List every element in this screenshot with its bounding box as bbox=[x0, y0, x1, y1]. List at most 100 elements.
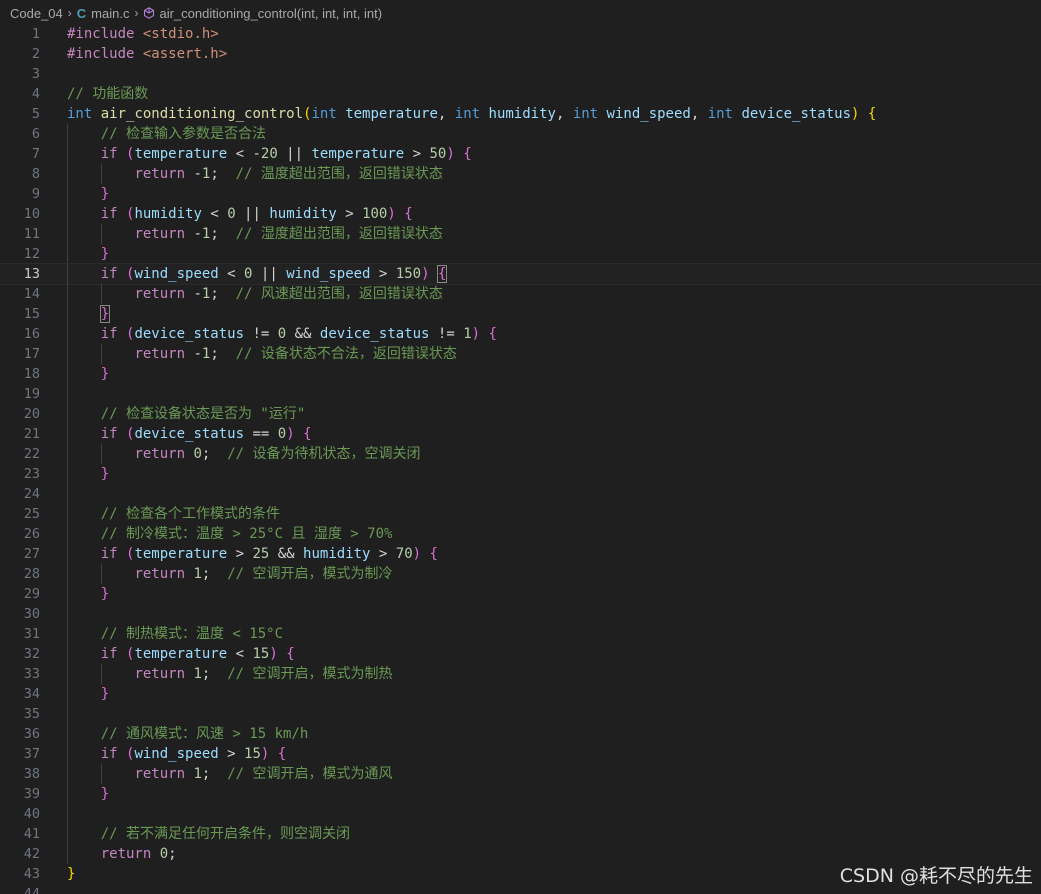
code-line[interactable]: 30 bbox=[0, 604, 1041, 624]
code-text: if (humidity < 0 || humidity > 100) { bbox=[67, 204, 413, 224]
code-token: temperature bbox=[134, 146, 228, 162]
code-line[interactable]: 40 bbox=[0, 804, 1041, 824]
code-text: return 0; bbox=[67, 844, 177, 864]
code-line[interactable]: 19 bbox=[0, 384, 1041, 404]
code-line[interactable]: 7 if (temperature < -20 || temperature >… bbox=[0, 144, 1041, 164]
code-line[interactable]: 32 if (temperature < 15) { bbox=[0, 644, 1041, 664]
c-language-icon: C bbox=[76, 5, 87, 21]
code-token: } bbox=[100, 686, 110, 702]
code-text: return -1; // 设备状态不合法，返回错误状态 bbox=[67, 344, 456, 364]
code-line[interactable]: 20 // 检查设备状态是否为 "运行" bbox=[0, 404, 1041, 424]
code-token: return bbox=[134, 166, 186, 182]
code-line[interactable]: 26 // 制冷模式：温度 > 25°C 且 湿度 > 70% bbox=[0, 524, 1041, 544]
code-token: && bbox=[286, 326, 320, 342]
code-token: if bbox=[100, 266, 118, 282]
code-token: int bbox=[454, 106, 481, 122]
code-line[interactable]: 35 bbox=[0, 704, 1041, 724]
code-line[interactable]: 27 if (temperature > 25 && humidity > 70… bbox=[0, 544, 1041, 564]
code-line[interactable]: 41 // 若不满足任何开启条件，则空调关闭 bbox=[0, 824, 1041, 844]
code-token: 25 bbox=[252, 546, 270, 562]
code-text: return 0; // 设备为待机状态，空调关闭 bbox=[67, 444, 420, 464]
code-text: if (wind_speed > 15) { bbox=[67, 744, 287, 764]
line-number: 15 bbox=[23, 306, 40, 322]
code-line[interactable]: 6 // 检查输入参数是否合法 bbox=[0, 124, 1041, 144]
line-number: 33 bbox=[23, 666, 40, 682]
code-line[interactable]: 17 return -1; // 设备状态不合法，返回错误状态 bbox=[0, 344, 1041, 364]
code-line[interactable]: 29 } bbox=[0, 584, 1041, 604]
code-text: } bbox=[67, 784, 109, 804]
code-line[interactable]: 33 return 1; // 空调开启，模式为制热 bbox=[0, 664, 1041, 684]
code-line[interactable]: 22 return 0; // 设备为待机状态，空调关闭 bbox=[0, 444, 1041, 464]
code-token: , bbox=[690, 106, 708, 122]
code-token: } bbox=[100, 786, 110, 802]
line-number: 29 bbox=[23, 586, 40, 602]
code-token: // 功能函数 bbox=[67, 86, 149, 102]
code-line[interactable]: 12 } bbox=[0, 244, 1041, 264]
code-token: != bbox=[429, 326, 464, 342]
code-line[interactable]: 25 // 检查各个工作模式的条件 bbox=[0, 504, 1041, 524]
line-number: 4 bbox=[31, 86, 40, 102]
code-token: { bbox=[404, 206, 413, 222]
code-line[interactable]: 28 return 1; // 空调开启，模式为制冷 bbox=[0, 564, 1041, 584]
code-token: 15 bbox=[244, 746, 261, 762]
code-line[interactable]: 13 if (wind_speed < 0 || wind_speed > 15… bbox=[0, 263, 1041, 285]
code-token: ; bbox=[201, 766, 228, 782]
code-line[interactable]: 1 #include <stdio.h> bbox=[0, 24, 1041, 44]
code-line[interactable]: 9 } bbox=[0, 184, 1041, 204]
code-line[interactable]: 37 if (wind_speed > 15) { bbox=[0, 744, 1041, 764]
code-token: return bbox=[134, 766, 186, 782]
code-editor[interactable]: 1 #include <stdio.h> 2 #include <assert.h> 3… bbox=[0, 24, 1041, 894]
breadcrumb-folder[interactable]: Code_04 bbox=[10, 6, 63, 21]
code-text: // 通风模式：风速 > 15 km/h bbox=[67, 724, 309, 744]
code-line[interactable]: 4 // 功能函数 bbox=[0, 84, 1041, 104]
code-token: int bbox=[572, 106, 599, 122]
indent-guide bbox=[67, 804, 68, 824]
code-token: if bbox=[100, 546, 118, 562]
code-line[interactable]: 36 // 通风模式：风速 > 15 km/h bbox=[0, 724, 1041, 744]
code-token: device_status bbox=[134, 426, 245, 442]
code-line[interactable]: 34 } bbox=[0, 684, 1041, 704]
method-cube-icon bbox=[144, 7, 155, 19]
code-line[interactable]: 14 return -1; // 风速超出范围，返回错误状态 bbox=[0, 284, 1041, 304]
line-number: 30 bbox=[23, 606, 40, 622]
code-line[interactable]: 39 } bbox=[0, 784, 1041, 804]
code-line[interactable]: 24 bbox=[0, 484, 1041, 504]
code-line[interactable]: 8 return -1; // 温度超出范围，返回错误状态 bbox=[0, 164, 1041, 184]
code-text: if (temperature < -20 || temperature > 5… bbox=[67, 144, 472, 164]
code-token: int bbox=[67, 106, 93, 122]
code-token: } bbox=[99, 305, 111, 323]
code-line[interactable]: 23 } bbox=[0, 464, 1041, 484]
breadcrumb-symbol[interactable]: air_conditioning_control(int, int, int, … bbox=[159, 6, 382, 21]
breadcrumb-file[interactable]: main.c bbox=[91, 6, 129, 21]
code-line[interactable]: 11 return -1; // 湿度超出范围，返回错误状态 bbox=[0, 224, 1041, 244]
code-line[interactable]: 31 // 制热模式：温度 < 15°C bbox=[0, 624, 1041, 644]
code-line[interactable]: 2 #include <assert.h> bbox=[0, 44, 1041, 64]
code-line[interactable]: 16 if (device_status != 0 && device_stat… bbox=[0, 324, 1041, 344]
indent-guide bbox=[67, 604, 68, 624]
code-line[interactable]: 5 int air_conditioning_control(int temper… bbox=[0, 104, 1041, 124]
code-token: if bbox=[100, 326, 118, 342]
code-token: 1 bbox=[193, 766, 202, 782]
code-line[interactable]: 21 if (device_status == 0) { bbox=[0, 424, 1041, 444]
line-number: 28 bbox=[23, 566, 40, 582]
code-line[interactable]: 10 if (humidity < 0 || humidity > 100) { bbox=[0, 204, 1041, 224]
code-token: humidity bbox=[303, 546, 371, 562]
code-line[interactable]: 15 } bbox=[0, 304, 1041, 324]
code-text: } bbox=[67, 584, 109, 604]
code-line[interactable]: 38 return 1; // 空调开启，模式为通风 bbox=[0, 764, 1041, 784]
code-token: ; bbox=[210, 346, 236, 362]
code-line[interactable]: 18 } bbox=[0, 364, 1041, 384]
code-token: ) bbox=[421, 266, 430, 282]
code-text: return 1; // 空调开启，模式为制冷 bbox=[67, 564, 392, 584]
code-token: humidity bbox=[488, 106, 556, 122]
line-number: 1 bbox=[31, 26, 40, 42]
code-token: ; bbox=[210, 166, 236, 182]
code-line[interactable]: 3 bbox=[0, 64, 1041, 84]
